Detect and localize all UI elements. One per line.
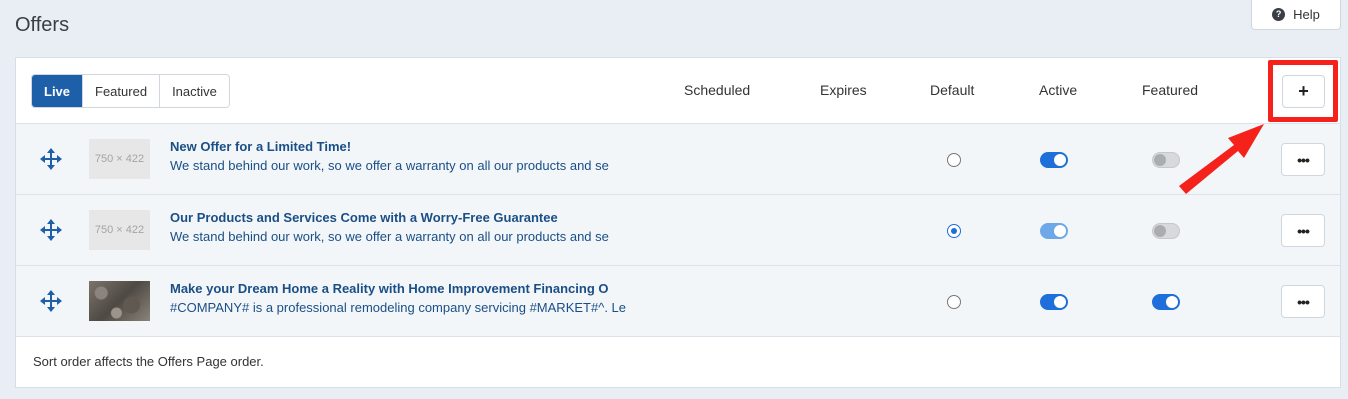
tab-inactive[interactable]: Inactive [160,75,229,107]
tab-featured[interactable]: Featured [83,75,161,107]
move-arrows-icon[interactable] [40,219,62,241]
default-radio[interactable] [947,153,961,167]
offer-title-link[interactable]: Our Products and Services Come with a Wo… [170,210,635,225]
offer-title-link[interactable]: Make your Dream Home a Reality with Home… [170,281,635,296]
active-toggle[interactable] [1040,223,1068,239]
column-default: Default [930,82,975,98]
move-arrows-icon[interactable] [40,290,62,312]
active-toggle[interactable] [1040,152,1068,168]
table-row: Make your Dream Home a Reality with Home… [16,266,1340,337]
active-toggle[interactable] [1040,294,1068,310]
column-featured: Featured [1142,82,1199,98]
status-tabs: Live Featured Inactive [31,74,230,108]
offer-title-link[interactable]: New Offer for a Limited Time! [170,139,635,154]
move-arrows-icon[interactable] [40,148,62,170]
default-radio[interactable] [947,295,961,309]
table-row: 750 × 422 Our Products and Services Come… [16,195,1340,266]
offer-description: We stand behind our work, so we offer a … [170,229,609,244]
offer-thumbnail: 750 × 422 [89,139,150,179]
featured-toggle[interactable] [1152,152,1180,168]
more-options-button[interactable]: ••• [1281,143,1325,176]
tab-live[interactable]: Live [32,75,84,107]
offer-thumbnail-photo [89,281,150,321]
column-expires: Expires [820,82,867,98]
more-options-button[interactable]: ••• [1281,214,1325,247]
offer-description: We stand behind our work, so we offer a … [170,158,609,173]
offer-description: #COMPANY# is a professional remodeling c… [170,300,626,315]
offer-thumbnail: 750 × 422 [89,210,150,250]
help-label: Help [1293,7,1320,22]
table-row: 750 × 422 New Offer for a Limited Time! … [16,124,1340,195]
more-options-button[interactable]: ••• [1281,285,1325,318]
column-active: Active [1039,82,1078,98]
default-radio[interactable] [947,224,961,238]
question-circle-icon: ? [1272,8,1286,21]
table-header: Live Featured Inactive Scheduled Expires… [16,58,1340,124]
offers-panel: Live Featured Inactive Scheduled Expires… [15,57,1341,388]
help-button[interactable]: ? Help [1251,0,1341,30]
featured-toggle[interactable] [1152,294,1180,310]
featured-toggle[interactable] [1152,223,1180,239]
sort-order-note: Sort order affects the Offers Page order… [33,354,264,369]
column-scheduled: Scheduled [684,82,751,98]
add-offer-button[interactable]: + [1282,75,1325,108]
page-title: Offers [15,14,70,36]
